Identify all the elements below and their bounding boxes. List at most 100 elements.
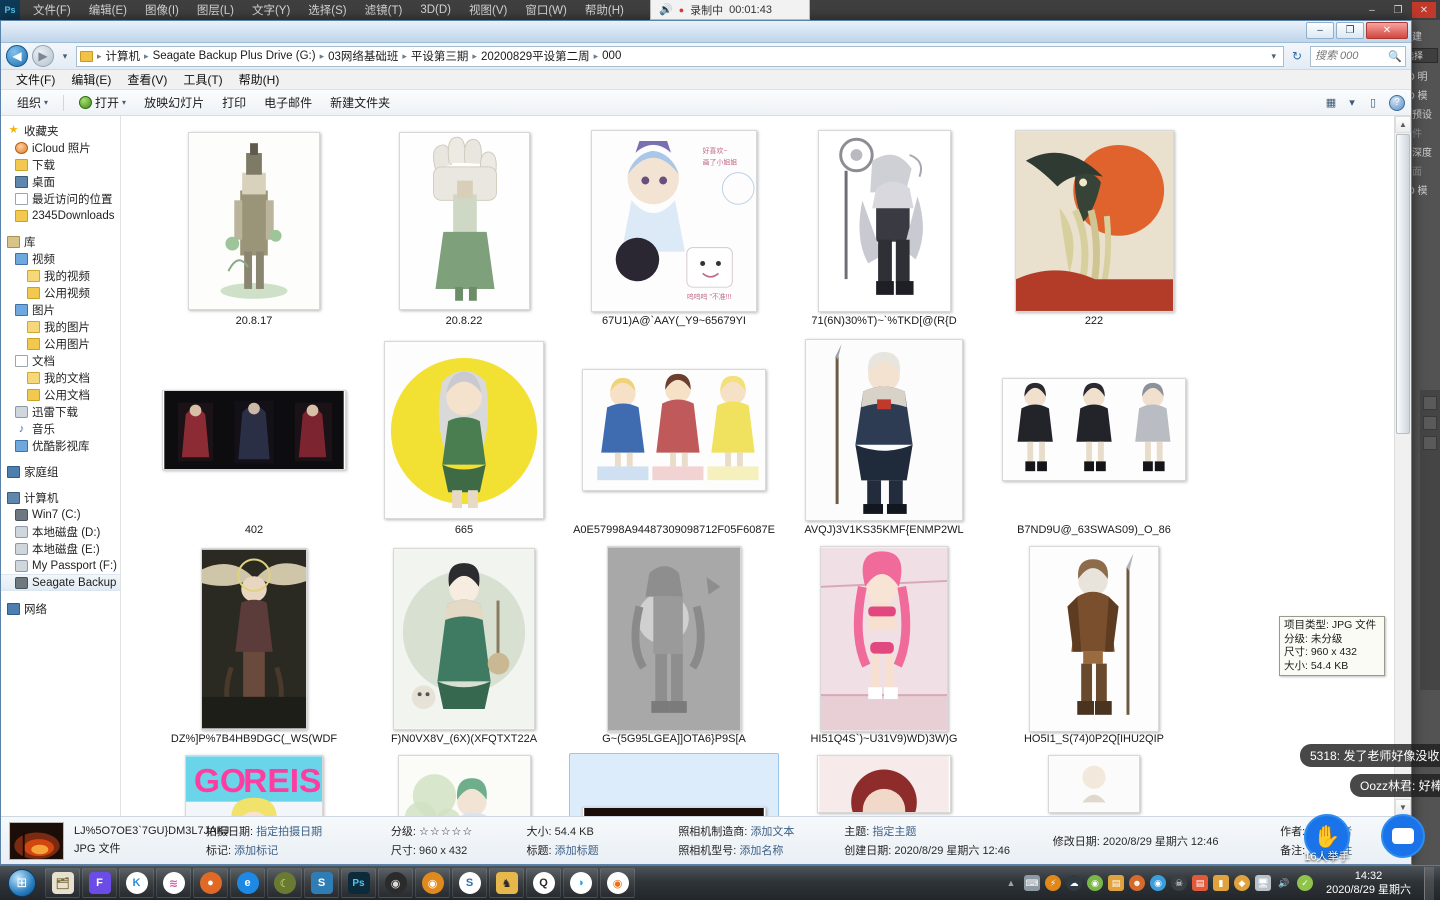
sidebar-item-my-documents[interactable]: 我的文档 xyxy=(1,369,120,386)
breadcrumb-item-computer[interactable]: 计算机 xyxy=(103,48,144,64)
taskbar-app-qq[interactable]: Q xyxy=(526,868,561,898)
taskbar-app-portal[interactable]: ◉ xyxy=(378,868,413,898)
keyboard-icon[interactable]: ⌨ xyxy=(1024,875,1040,891)
network-icon[interactable]: 🖥 xyxy=(1255,875,1271,891)
taskbar-app-foxmail[interactable]: F xyxy=(82,868,117,898)
taskbar-app-explorer[interactable]: 🗂 xyxy=(45,868,80,898)
file-tile[interactable]: A0E57998A94487309098712F05F6087E xyxy=(569,335,779,544)
thunder-icon[interactable]: ⚡ xyxy=(1045,875,1061,891)
sidebar-item-recent-places[interactable]: 最近访问的位置 xyxy=(1,190,120,207)
show-desktop-button[interactable] xyxy=(1424,866,1434,900)
file-list-pane[interactable]: 20.8.17 20.8.22 好喜欢~ 画了小姐姐 呜呜呜 "不准!!! 67… xyxy=(121,116,1411,816)
navigation-pane[interactable]: ★ 收藏夹 iCloud 照片 下载 桌面 最近访问的位置 2345Downlo… xyxy=(1,116,121,816)
user-icon[interactable]: ☻ xyxy=(1129,875,1145,891)
taskbar-app-snipaste[interactable]: S xyxy=(304,868,339,898)
taskbar-app-browser[interactable]: ● xyxy=(193,868,228,898)
breadcrumb-item-folder2[interactable]: 平设第三期 xyxy=(408,48,472,64)
field-value[interactable]: 添加标题 xyxy=(555,845,599,857)
taskbar-app-meitu[interactable]: ≋ xyxy=(156,868,191,898)
sidebar-item-my-videos[interactable]: 我的视频 xyxy=(1,267,120,284)
sidebar-group-favorites[interactable]: ★ 收藏夹 xyxy=(1,122,120,139)
file-tile[interactable]: HO5I1_S(74)0P2Q[IHU2QIP xyxy=(989,544,1199,753)
file-tile[interactable]: 402 xyxy=(149,335,359,544)
ps-menu-view[interactable]: 视图(V) xyxy=(460,2,516,18)
chat-button[interactable] xyxy=(1381,814,1425,858)
sidebar-item-videos[interactable]: 视频 xyxy=(1,250,120,267)
field-value[interactable]: 添加名称 xyxy=(739,845,783,857)
ps-strip-button-2[interactable] xyxy=(1423,416,1437,430)
explorer-maximize-button[interactable]: ❐ xyxy=(1336,22,1364,39)
menu-tools[interactable]: 工具(T) xyxy=(176,71,229,88)
file-tile[interactable]: 立 春 JA)P$8_A3FWLT[Z(KL)]$6R xyxy=(359,753,569,816)
pirate-icon[interactable]: ☠ xyxy=(1171,875,1187,891)
cloud-icon[interactable]: ☁ xyxy=(1066,875,1082,891)
explorer-titlebar[interactable]: – ❐ ✕ xyxy=(1,21,1411,43)
vertical-scrollbar[interactable]: ▲ ▼ xyxy=(1394,116,1411,816)
ps-menu-type[interactable]: 文字(Y) xyxy=(243,2,299,18)
breadcrumb-item-folder3[interactable]: 20200829平设第二周 xyxy=(478,48,593,64)
search-input[interactable] xyxy=(1315,50,1385,62)
sidebar-item-seagate-backup[interactable]: Seagate Backup P xyxy=(1,574,120,591)
sidebar-item-music[interactable]: ♪ 音乐 xyxy=(1,420,120,437)
file-tile[interactable]: B7ND9U@_63SWAS09)_O_86 xyxy=(989,335,1199,544)
print-button[interactable]: 打印 xyxy=(214,92,254,113)
ps-strip-button-1[interactable] xyxy=(1423,396,1437,410)
sidebar-group-computer[interactable]: 计算机 xyxy=(1,489,120,506)
file-tile[interactable]: 好喜欢~ 画了小姐姐 呜呜呜 "不准!!! 67U1)A@`AAY(_Y9~65… xyxy=(569,126,779,335)
start-button[interactable]: ⊞ xyxy=(0,867,44,900)
ps-menu-layer[interactable]: 图层(L) xyxy=(188,2,243,18)
sidebar-item-desktop[interactable]: 桌面 xyxy=(1,173,120,190)
search-box[interactable]: 🔍 xyxy=(1310,45,1406,67)
taskbar-app-camera[interactable]: ◑ xyxy=(563,868,598,898)
ps-strip-button-3[interactable] xyxy=(1423,436,1437,450)
file-tile[interactable]: HI51Q4S`)~U31V9)WD)3W)G xyxy=(779,544,989,753)
taskbar-app-photoshop[interactable]: Ps xyxy=(341,868,376,898)
taskbar-app-horse[interactable]: ♞ xyxy=(489,868,524,898)
sidebar-item-public-videos[interactable]: 公用视频 xyxy=(1,284,120,301)
ps-menu-filter[interactable]: 滤镜(T) xyxy=(356,2,412,18)
new-folder-button[interactable]: 新建文件夹 xyxy=(322,92,398,113)
menu-file[interactable]: 文件(F) xyxy=(9,71,62,88)
sidebar-group-homegroup[interactable]: 家庭组 xyxy=(1,463,120,480)
forward-button[interactable]: ▶ xyxy=(32,45,54,67)
ps-minimize-button[interactable]: – xyxy=(1360,2,1384,18)
sidebar-group-libraries[interactable]: 库 xyxy=(1,233,120,250)
refresh-button[interactable]: ↻ xyxy=(1288,46,1306,66)
organize-button[interactable]: 组织 ▾ xyxy=(9,92,56,113)
sidebar-item-pictures[interactable]: 图片 xyxy=(1,301,120,318)
chevron-down-icon[interactable]: ▾ xyxy=(1347,94,1357,112)
shield-icon[interactable]: ◉ xyxy=(1087,875,1103,891)
sidebar-item-2345downloads[interactable]: 2345Downloads xyxy=(1,207,120,224)
menu-edit[interactable]: 编辑(E) xyxy=(64,71,118,88)
sidebar-item-downloads[interactable]: 下载 xyxy=(1,156,120,173)
taskbar-app-ie[interactable]: e xyxy=(230,868,265,898)
taskbar-app-cdr[interactable]: ◉ xyxy=(415,868,450,898)
clock[interactable]: 14:32 2020/8/29 星期六 xyxy=(1318,869,1419,897)
slideshow-button[interactable]: 放映幻灯片 xyxy=(136,92,212,113)
sidebar-item-disk-d[interactable]: 本地磁盘 (D:) xyxy=(1,523,120,540)
search-icon[interactable]: 🔍 xyxy=(1388,50,1402,63)
file-tile[interactable]: F)N0VX8V_(6X)(XFQTXT22A xyxy=(359,544,569,753)
ps-menu-image[interactable]: 图像(I) xyxy=(136,2,188,18)
ps-menu-edit[interactable]: 编辑(E) xyxy=(80,2,136,18)
sidebar-item-public-pictures[interactable]: 公用图片 xyxy=(1,335,120,352)
open-button[interactable]: 打开 ▾ xyxy=(71,92,134,113)
file-tile[interactable]: DZ%]P%7B4HB9DGC(_WS(WDF xyxy=(149,544,359,753)
sidebar-item-disk-e[interactable]: 本地磁盘 (E:) xyxy=(1,540,120,557)
email-button[interactable]: 电子邮件 xyxy=(256,92,320,113)
file-tile[interactable]: 222 xyxy=(989,126,1199,335)
field-value[interactable]: 指定主题 xyxy=(872,826,916,838)
field-value[interactable]: 指定拍摄日期 xyxy=(256,826,322,838)
file-tile[interactable]: AVQJ)3V1KS35KMF{ENMP2WL xyxy=(779,335,989,544)
taskbar-app-kingsoft[interactable]: K xyxy=(119,868,154,898)
file-tile[interactable] xyxy=(989,753,1199,813)
ps-close-button[interactable]: ✕ xyxy=(1412,2,1436,18)
change-view-icon[interactable]: ▦ xyxy=(1321,94,1341,112)
breadcrumb[interactable]: ▸ 计算机 ▸ Seagate Backup Plus Drive (G:) ▸… xyxy=(76,45,1284,67)
file-tile-selected[interactable]: LJ%5O7OE3`7GU}DM3L7JAKJ xyxy=(569,753,779,816)
ps-menu-3d[interactable]: 3D(D) xyxy=(411,4,460,16)
back-button[interactable]: ◀ xyxy=(6,45,28,67)
breadcrumb-item-drive[interactable]: Seagate Backup Plus Drive (G:) xyxy=(150,50,319,62)
ps-menu-select[interactable]: 选择(S) xyxy=(299,2,355,18)
flame-icon[interactable]: ◆ xyxy=(1234,875,1250,891)
